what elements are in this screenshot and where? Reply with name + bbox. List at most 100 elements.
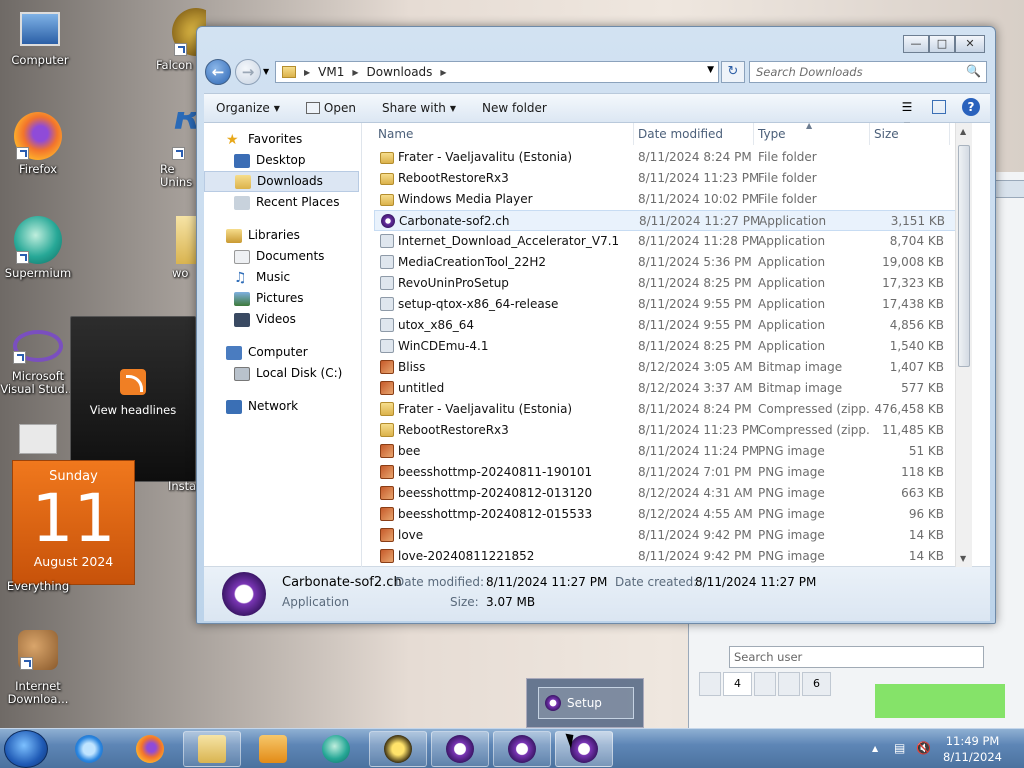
- scroll-down-icon[interactable]: ▼: [960, 554, 966, 563]
- file-row[interactable]: RevoUninProSetup 8/11/2024 8:25 PM Applica…: [374, 273, 968, 294]
- setup-thumbnail-button[interactable]: Setup: [538, 687, 634, 719]
- new-folder-button[interactable]: New folder: [482, 101, 547, 115]
- refresh-button[interactable]: ↻: [721, 61, 745, 83]
- file-row[interactable]: Windows Media Player 8/11/2024 10:02 PM Fi…: [374, 189, 968, 210]
- breadcrumb-vm1[interactable]: VM1: [318, 65, 344, 79]
- libraries-icon: [226, 228, 242, 243]
- taskbar-carbonate-setup[interactable]: [555, 731, 613, 767]
- share-with-button[interactable]: Share with ▼: [382, 101, 456, 115]
- file-row[interactable]: WinCDEmu-4.1 8/11/2024 8:25 PM Application…: [374, 336, 968, 357]
- file-row[interactable]: Frater - Vaeljavalitu (Estonia) 8/11/2024…: [374, 399, 968, 420]
- breadcrumb-downloads[interactable]: Downloads: [367, 65, 433, 79]
- desktop-icon-visual-studio[interactable]: Microsoft Visual Stud...: [0, 330, 76, 396]
- taskbar-carbonate-2[interactable]: [493, 731, 551, 767]
- desktop-icon-label: Firefox: [18, 162, 58, 176]
- search-input[interactable]: Search Downloads 🔍: [749, 61, 987, 83]
- file-row[interactable]: Carbonate-sof2.ch 8/11/2024 11:27 PM Appli…: [374, 210, 968, 231]
- recent-pages-dropdown[interactable]: ▼: [263, 67, 269, 76]
- file-row[interactable]: Internet_Download_Accelerator_V7.1 8/11/2…: [374, 231, 968, 252]
- vertical-scrollbar[interactable]: ▲ ▼: [955, 123, 972, 567]
- tab-3[interactable]: [754, 672, 776, 696]
- desktop-icon-installer[interactable]: Insta: [168, 480, 196, 493]
- nav-recent-places[interactable]: Recent Places: [204, 192, 361, 213]
- desktop-icon-folder[interactable]: wo: [172, 216, 196, 280]
- gen-file-icon: [380, 255, 394, 269]
- nav-downloads[interactable]: Downloads: [204, 171, 359, 192]
- scrollbar-thumb[interactable]: [958, 145, 970, 367]
- desktop-icon-revo[interactable]: R Re Unins: [160, 112, 196, 189]
- column-header-name[interactable]: Name: [374, 123, 634, 145]
- file-row[interactable]: beesshottmp-20240811-190101 8/11/2024 7:0…: [374, 462, 968, 483]
- rss-feed-gadget[interactable]: View headlines: [70, 316, 196, 482]
- column-header-date[interactable]: Date modified: [634, 123, 754, 145]
- tab-1[interactable]: [699, 672, 721, 696]
- start-button[interactable]: [4, 730, 48, 768]
- clock[interactable]: 11:49 PM 8/11/2024: [943, 733, 1002, 765]
- explorer-window[interactable]: — □ ✕ ← → ▼ ▶ VM1 ▶ Downloads ▶ ▼ ↻ Sear…: [196, 26, 996, 624]
- scroll-up-icon[interactable]: ▲: [960, 127, 966, 136]
- file-row[interactable]: MediaCreationTool_22H2 8/11/2024 5:36 PM A…: [374, 252, 968, 273]
- file-row[interactable]: RebootRestoreRx3 8/11/2024 11:23 PM File f…: [374, 168, 968, 189]
- file-size: 476,458 KB: [874, 402, 944, 416]
- nav-favorites[interactable]: ★ Favorites: [204, 129, 361, 150]
- preview-pane-icon[interactable]: [932, 100, 946, 114]
- minimize-button[interactable]: —: [903, 35, 929, 53]
- calendar-gadget[interactable]: Sunday 11 August 2024: [12, 460, 135, 585]
- file-row[interactable]: beesshottmp-20240812-015533 8/12/2024 4:5…: [374, 504, 968, 525]
- file-row[interactable]: RebootRestoreRx3 8/11/2024 11:23 PM Compre…: [374, 420, 968, 441]
- back-button[interactable]: ←: [205, 59, 231, 85]
- address-dropdown-icon[interactable]: ▼: [707, 65, 714, 75]
- show-hidden-icons-icon[interactable]: ▲: [872, 744, 878, 753]
- tab-2[interactable]: 4: [723, 672, 752, 696]
- taskbar-supermium[interactable]: [307, 731, 365, 767]
- nav-music[interactable]: ♫ Music: [204, 267, 361, 288]
- forward-button[interactable]: →: [235, 59, 261, 85]
- file-row[interactable]: love 8/11/2024 9:42 PM PNG image 14 KB: [374, 525, 968, 546]
- desktop-icon-everything[interactable]: [0, 424, 76, 457]
- nav-network[interactable]: Network: [204, 396, 361, 417]
- file-row[interactable]: Frater - Vaeljavalitu (Estonia) 8/11/2024…: [374, 147, 968, 168]
- nav-computer[interactable]: Computer: [204, 342, 361, 363]
- network-tray-icon[interactable]: ▤: [894, 741, 905, 755]
- tab-4[interactable]: [778, 672, 800, 696]
- maximize-button[interactable]: □: [929, 35, 955, 53]
- close-button[interactable]: ✕: [955, 35, 985, 53]
- nav-pictures[interactable]: Pictures: [204, 288, 361, 309]
- nav-libraries[interactable]: Libraries: [204, 225, 361, 246]
- desktop-icon-computer[interactable]: Computer: [2, 8, 78, 67]
- help-icon[interactable]: ?: [962, 98, 980, 116]
- taskbar-bee[interactable]: [369, 731, 427, 767]
- desktop-icon-supermium[interactable]: Supermium: [0, 216, 76, 280]
- file-row[interactable]: love-20240811221852 8/11/2024 9:42 PM PNG …: [374, 546, 968, 567]
- open-button[interactable]: Open: [305, 101, 356, 115]
- address-bar[interactable]: ▶ VM1 ▶ Downloads ▶ ▼: [275, 61, 719, 83]
- search-user-field[interactable]: Search user: [729, 646, 984, 668]
- nav-documents[interactable]: Documents: [204, 246, 361, 267]
- taskbar-media-player[interactable]: [244, 731, 302, 767]
- organize-button[interactable]: Organize ▼: [216, 101, 280, 115]
- nav-desktop[interactable]: Desktop: [204, 150, 361, 171]
- file-size: 17,323 KB: [882, 276, 944, 290]
- file-row[interactable]: utox_x86_64 8/11/2024 9:55 PM Application 4…: [374, 315, 968, 336]
- setup-thumbnail-popup[interactable]: Setup: [526, 678, 644, 728]
- file-date-modified: 8/11/2024 11:28 PM: [638, 234, 760, 248]
- taskbar-explorer[interactable]: [183, 731, 241, 767]
- taskbar-carbonate-1[interactable]: [431, 731, 489, 767]
- file-row[interactable]: beesshottmp-20240812-013120 8/12/2024 4:3…: [374, 483, 968, 504]
- change-view-icon[interactable]: ☰ ▾: [898, 98, 916, 132]
- nav-pictures-label: Pictures: [256, 291, 304, 305]
- nav-videos[interactable]: Videos: [204, 309, 361, 330]
- file-row[interactable]: untitled 8/12/2024 3:37 AM Bitmap image 577…: [374, 378, 968, 399]
- desktop-icon-firefox[interactable]: Firefox: [0, 112, 76, 176]
- volume-muted-icon[interactable]: 🔇: [916, 741, 931, 755]
- file-row[interactable]: setup-qtox-x86_64-release 8/11/2024 9:55 …: [374, 294, 968, 315]
- taskbar-internet-explorer[interactable]: [60, 731, 118, 767]
- tab-5[interactable]: 6: [802, 672, 831, 696]
- taskbar-firefox[interactable]: [121, 731, 179, 767]
- column-header-size[interactable]: Size: [870, 123, 950, 145]
- desktop-icon-internet-download[interactable]: Internet Downloa...: [0, 630, 76, 706]
- file-row[interactable]: bee 8/11/2024 11:24 PM PNG image 51 KB: [374, 441, 968, 462]
- img-file-icon: [380, 507, 394, 521]
- nav-local-disk[interactable]: Local Disk (C:): [204, 363, 361, 384]
- file-row[interactable]: Bliss 8/12/2024 3:05 AM Bitmap image 1,407 …: [374, 357, 968, 378]
